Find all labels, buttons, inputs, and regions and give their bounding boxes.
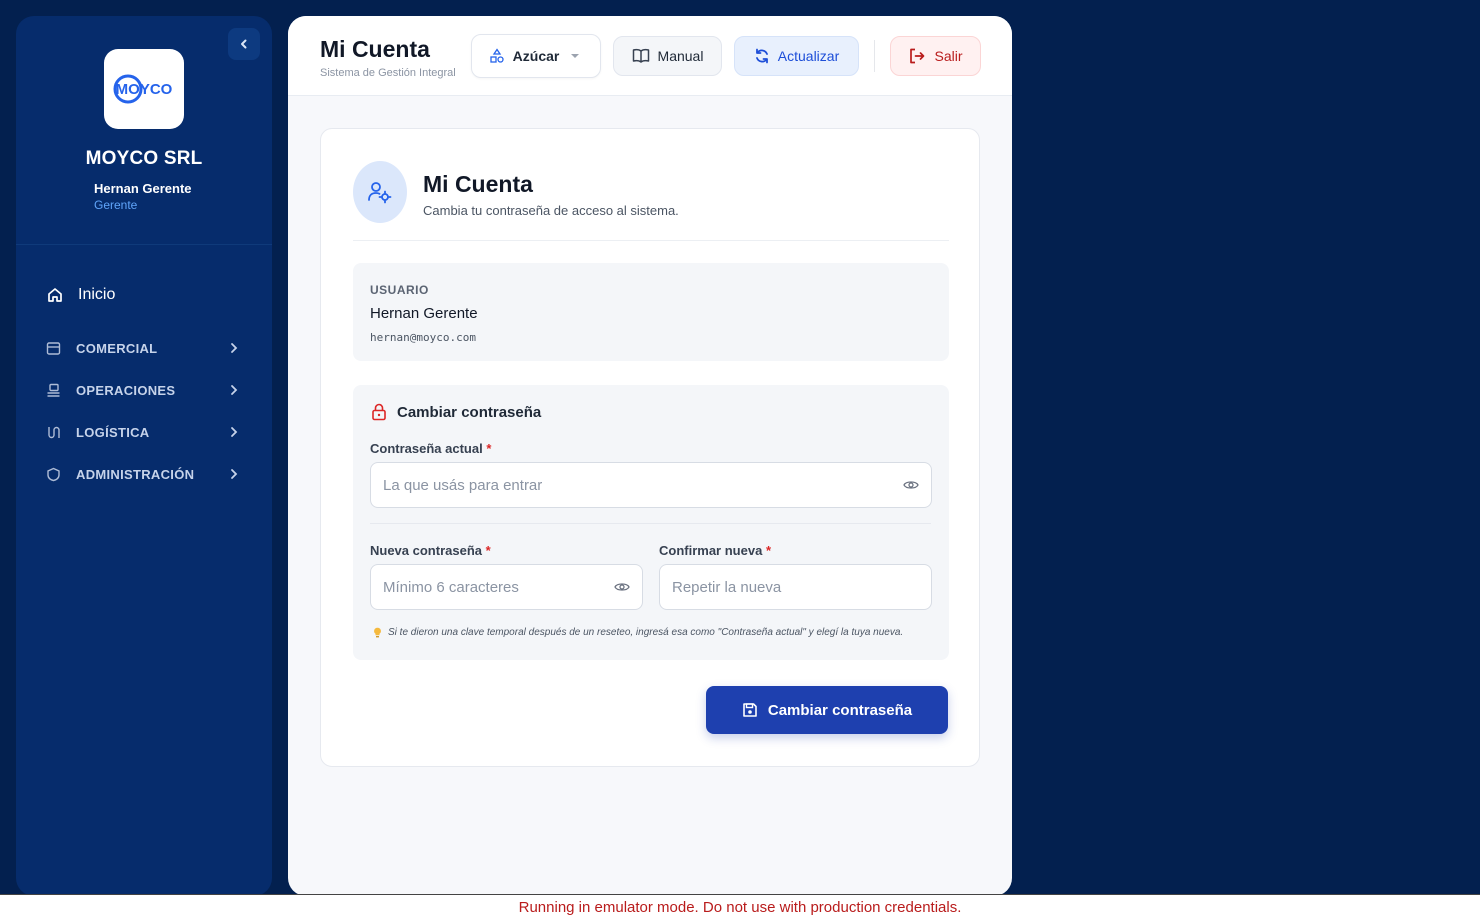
chevron-right-icon (226, 384, 242, 396)
password-hint: Si te dieron una clave temporal después … (373, 627, 903, 638)
emulator-banner: Running in emulator mode. Do not use wit… (0, 894, 1480, 920)
refresh-button[interactable]: Actualizar (734, 36, 859, 76)
lock-icon (372, 403, 386, 421)
main-panel: Mi Cuenta Sistema de Gestión Integral Az… (288, 16, 1012, 896)
required-mark: * (486, 441, 492, 456)
change-password-button[interactable]: Cambiar contraseña (706, 686, 948, 734)
eye-icon[interactable] (602, 581, 642, 593)
card-subtitle: Cambia tu contraseña de acceso al sistem… (423, 203, 679, 218)
manual-button[interactable]: Manual (613, 36, 722, 76)
eye-icon[interactable] (891, 479, 931, 491)
required-mark: * (765, 543, 771, 558)
svg-text:MOYCO: MOYCO (116, 81, 173, 98)
admin-icon (46, 467, 66, 482)
sidebar-item-label: OPERACIONES (76, 382, 176, 398)
user-section-label: USUARIO (370, 283, 429, 297)
store-icon (46, 341, 66, 356)
card-divider (353, 240, 949, 241)
logout-icon (910, 48, 925, 64)
sidebar-item-logistica[interactable]: LOGÍSTICA (46, 417, 242, 447)
sidebar-item-inicio[interactable]: Inicio (46, 280, 115, 310)
confirm-password-input[interactable] (672, 578, 931, 596)
current-password-input[interactable] (383, 476, 891, 494)
top-bar: Mi Cuenta Sistema de Gestión Integral Az… (288, 16, 1012, 96)
company-logo: MOYCO (104, 49, 184, 129)
change-password-heading-text: Cambiar contraseña (397, 403, 542, 421)
user-email: hernan@moyco.com (370, 331, 476, 344)
current-password-label: Contraseña actual * (370, 441, 491, 456)
toolbar-divider (874, 40, 875, 72)
account-card: Mi Cuenta Cambia tu contraseña de acceso… (320, 128, 980, 767)
chevron-right-icon (226, 342, 242, 354)
sidebar-item-administracion[interactable]: ADMINISTRACIÓN (46, 459, 242, 489)
shapes-icon (490, 48, 504, 63)
change-password-button-label: Cambiar contraseña (767, 701, 913, 719)
refresh-icon (755, 48, 768, 64)
refresh-button-label: Actualizar (777, 48, 840, 64)
save-icon (743, 703, 757, 717)
change-password-heading: Cambiar contraseña (371, 403, 541, 421)
book-open-icon (632, 48, 649, 63)
sidebar-item-operaciones[interactable]: OPERACIONES (46, 375, 242, 405)
new-password-label-text: Nueva contraseña (370, 543, 482, 558)
user-settings-icon (353, 161, 407, 223)
sidebar-item-label: ADMINISTRACIÓN (76, 466, 195, 482)
password-hint-text: Si te dieron una clave temporal después … (388, 627, 904, 638)
collapse-sidebar-button[interactable] (228, 28, 260, 60)
required-mark: * (485, 543, 491, 558)
confirm-password-label: Confirmar nueva * (659, 543, 771, 558)
company-name: MOYCO SRL (85, 148, 203, 169)
home-icon (48, 288, 62, 302)
page-subtitle: Sistema de Gestión Integral (320, 67, 456, 79)
new-password-label: Nueva contraseña * (370, 543, 491, 558)
product-select-value: Azúcar (512, 48, 560, 64)
sidebar-user-role: Gerente (94, 198, 138, 212)
sidebar-item-comercial[interactable]: COMERCIAL (46, 333, 242, 363)
confirm-password-label-text: Confirmar nueva (659, 543, 763, 558)
sidebar-user-name: Hernan Gerente (94, 181, 192, 196)
chevron-right-icon (226, 468, 242, 480)
page-title: Mi Cuenta (320, 36, 430, 62)
caret-down-icon (571, 54, 580, 58)
logout-button-label: Salir (934, 48, 963, 64)
current-password-label-text: Contraseña actual (370, 441, 483, 456)
user-name: Hernan Gerente (370, 305, 478, 322)
sidebar-item-label: COMERCIAL (76, 340, 158, 356)
section-divider (370, 523, 931, 524)
card-title: Mi Cuenta (423, 171, 533, 197)
new-password-field[interactable] (370, 564, 643, 610)
new-password-input[interactable] (383, 578, 602, 596)
user-info-box: USUARIO Hernan Gerente hernan@moyco.com (353, 263, 949, 361)
logout-button[interactable]: Salir (890, 36, 981, 76)
manual-button-label: Manual (657, 48, 704, 64)
confirm-password-field[interactable] (659, 564, 932, 610)
route-icon (46, 425, 66, 440)
sidebar-divider (16, 244, 272, 245)
sidebar-item-label: LOGÍSTICA (76, 424, 150, 440)
change-password-section: Cambiar contraseña Contraseña actual * N… (353, 385, 949, 660)
sidebar-item-label: Inicio (78, 286, 116, 303)
lightbulb-icon (374, 627, 381, 638)
current-password-field[interactable] (370, 462, 932, 508)
product-select[interactable]: Azúcar (471, 34, 601, 78)
chevron-left-icon (241, 39, 247, 49)
sidebar: MOYCO MOYCO SRL Hernan Gerente Gerente I… (16, 16, 272, 896)
operations-icon (46, 383, 66, 398)
chevron-right-icon (226, 426, 242, 438)
